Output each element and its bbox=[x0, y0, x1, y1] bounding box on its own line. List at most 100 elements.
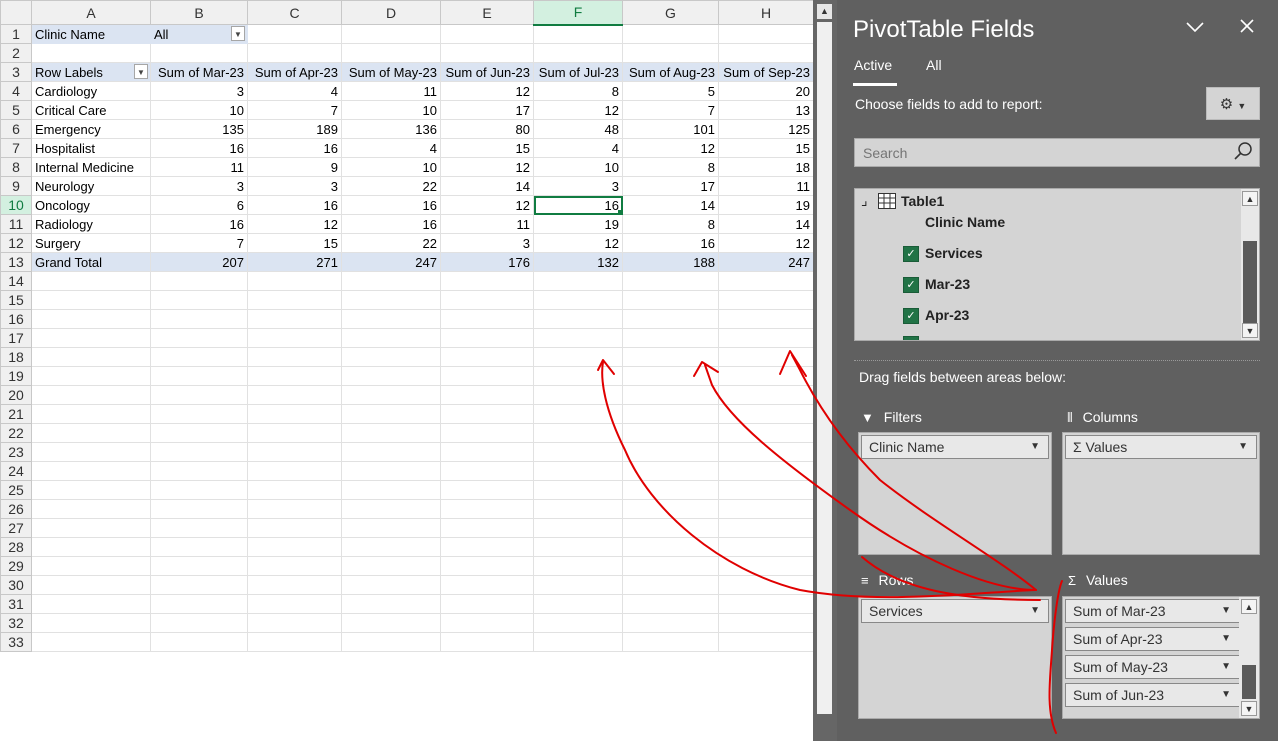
value-cell[interactable]: 16 bbox=[622, 233, 719, 253]
value-header[interactable]: Sum of Sep-23 bbox=[718, 62, 813, 82]
cell[interactable] bbox=[247, 556, 342, 576]
value-cell[interactable]: 48 bbox=[533, 119, 623, 139]
cell[interactable] bbox=[247, 309, 342, 329]
value-cell[interactable]: 16 bbox=[150, 138, 248, 158]
cell[interactable] bbox=[440, 480, 534, 500]
value-cell[interactable]: 17 bbox=[440, 100, 534, 120]
cell[interactable] bbox=[31, 328, 151, 348]
cell[interactable] bbox=[718, 537, 813, 557]
cell[interactable] bbox=[440, 328, 534, 348]
row-header[interactable]: 26 bbox=[0, 499, 32, 519]
row-labels-header[interactable]: Row Labels ▼ bbox=[31, 62, 151, 82]
field-list[interactable]: ⌟ Table1 Clinic Name ✓ Services ✓ Mar-23… bbox=[854, 188, 1260, 341]
row-header[interactable]: 21 bbox=[0, 404, 32, 424]
cell[interactable] bbox=[341, 43, 441, 63]
cell[interactable] bbox=[718, 328, 813, 348]
cell[interactable] bbox=[533, 423, 623, 443]
cell[interactable] bbox=[247, 385, 342, 405]
value-cell[interactable]: 10 bbox=[150, 100, 248, 120]
cell[interactable] bbox=[533, 461, 623, 481]
field-clinic-name[interactable]: Clinic Name bbox=[925, 214, 1005, 230]
cell[interactable] bbox=[718, 309, 813, 329]
row-header[interactable]: 33 bbox=[0, 632, 32, 652]
row-label-cell[interactable]: Internal Medicine bbox=[31, 157, 151, 177]
value-cell[interactable]: 22 bbox=[341, 176, 441, 196]
cell[interactable] bbox=[31, 613, 151, 633]
value-cell[interactable]: 12 bbox=[247, 214, 342, 234]
cell[interactable] bbox=[622, 347, 719, 367]
value-chip[interactable]: Sum of Mar-23 ▼ bbox=[1065, 599, 1240, 623]
value-cell[interactable]: 8 bbox=[533, 81, 623, 101]
value-cell[interactable]: 15 bbox=[440, 138, 534, 158]
cell[interactable] bbox=[247, 404, 342, 424]
cell[interactable] bbox=[622, 442, 719, 462]
tab-all[interactable]: All bbox=[926, 57, 942, 73]
value-cell[interactable]: 11 bbox=[440, 214, 534, 234]
cell[interactable] bbox=[533, 518, 623, 538]
chevron-down-icon[interactable] bbox=[1185, 18, 1205, 39]
cell[interactable] bbox=[31, 43, 151, 63]
cell[interactable] bbox=[31, 594, 151, 614]
row-label-cell[interactable]: Surgery bbox=[31, 233, 151, 253]
tab-active[interactable]: Active bbox=[854, 57, 892, 73]
value-cell[interactable]: 7 bbox=[247, 100, 342, 120]
cell[interactable] bbox=[150, 518, 248, 538]
value-cell[interactable]: 14 bbox=[718, 214, 813, 234]
cell[interactable] bbox=[533, 43, 623, 63]
value-cell[interactable]: 10 bbox=[341, 157, 441, 177]
cell[interactable] bbox=[718, 632, 813, 652]
rows-area[interactable]: Services ▼ bbox=[858, 596, 1052, 719]
cell[interactable] bbox=[718, 442, 813, 462]
cell[interactable] bbox=[718, 613, 813, 633]
cell[interactable] bbox=[440, 271, 534, 291]
cell[interactable] bbox=[247, 328, 342, 348]
value-chip[interactable]: Sum of Jun-23 ▼ bbox=[1065, 683, 1240, 707]
column-header-g[interactable]: G bbox=[622, 0, 719, 25]
cell[interactable] bbox=[150, 290, 248, 310]
checkbox-mar-23[interactable]: ✓ bbox=[903, 277, 919, 293]
vertical-scrollbar[interactable]: ▲ bbox=[813, 0, 837, 741]
row-label-cell[interactable]: Hospitalist bbox=[31, 138, 151, 158]
cell[interactable] bbox=[341, 309, 441, 329]
cell[interactable] bbox=[622, 480, 719, 500]
row-header[interactable]: 32 bbox=[0, 613, 32, 633]
cell[interactable] bbox=[150, 575, 248, 595]
cell[interactable] bbox=[440, 499, 534, 519]
cell[interactable] bbox=[150, 423, 248, 443]
cell[interactable] bbox=[440, 518, 534, 538]
cell[interactable] bbox=[341, 575, 441, 595]
row-header[interactable]: 6 bbox=[0, 119, 32, 139]
values-area[interactable]: Sum of Mar-23 ▼ Sum of Apr-23 ▼ Sum of May… bbox=[1062, 596, 1260, 719]
cell[interactable] bbox=[341, 366, 441, 386]
cell[interactable] bbox=[341, 423, 441, 443]
cell[interactable] bbox=[533, 290, 623, 310]
checkbox-services[interactable]: ✓ bbox=[903, 246, 919, 262]
value-cell[interactable]: 16 bbox=[247, 195, 342, 215]
scroll-down-icon[interactable]: ▼ bbox=[1242, 323, 1258, 338]
value-cell[interactable]: 16 bbox=[341, 195, 441, 215]
chevron-down-icon[interactable]: ▼ bbox=[1221, 656, 1231, 678]
field-services[interactable]: Services bbox=[925, 245, 983, 261]
cell[interactable] bbox=[440, 442, 534, 462]
grand-total-label[interactable]: Grand Total bbox=[31, 252, 151, 272]
value-cell[interactable]: 4 bbox=[341, 138, 441, 158]
value-cell[interactable]: 14 bbox=[440, 176, 534, 196]
cell[interactable] bbox=[718, 480, 813, 500]
value-cell[interactable]: 12 bbox=[440, 157, 534, 177]
value-cell[interactable]: 4 bbox=[533, 138, 623, 158]
cell[interactable] bbox=[533, 385, 623, 405]
cell[interactable] bbox=[440, 43, 534, 63]
filter-value-cell[interactable]: All ▼ bbox=[150, 24, 248, 44]
column-header-b[interactable]: B bbox=[150, 0, 248, 25]
cell[interactable] bbox=[622, 290, 719, 310]
value-cell[interactable]: 17 bbox=[622, 176, 719, 196]
row-header[interactable]: 2 bbox=[0, 43, 32, 63]
row-header[interactable]: 13 bbox=[0, 252, 32, 272]
cell[interactable] bbox=[440, 613, 534, 633]
cell[interactable] bbox=[247, 366, 342, 386]
cell[interactable] bbox=[341, 632, 441, 652]
cell[interactable] bbox=[247, 423, 342, 443]
value-cell[interactable]: 10 bbox=[341, 100, 441, 120]
value-cell[interactable]: 4 bbox=[247, 81, 342, 101]
cell[interactable] bbox=[440, 594, 534, 614]
